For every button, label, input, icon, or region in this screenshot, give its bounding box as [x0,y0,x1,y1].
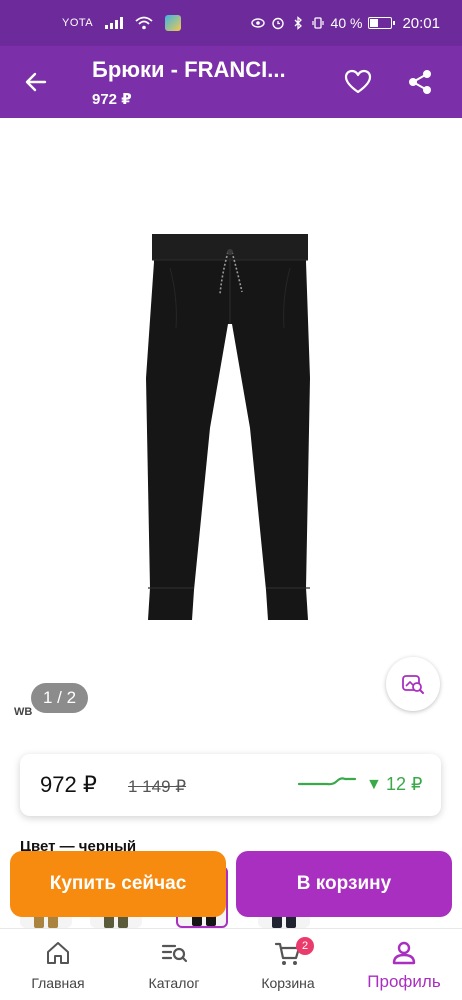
price-history-sparkline-icon [297,777,357,786]
battery-icon [368,17,396,29]
nav-item-catalog[interactable]: Каталог [116,929,232,1000]
app-header: Брюки - FRANCI... 972 ₽ [0,46,462,118]
nav-label: Каталог [148,975,200,991]
gallery-page-indicator: 1 / 2 [31,683,88,713]
favorite-button[interactable] [340,64,376,100]
price-down-arrow-icon: ▼ [366,776,382,793]
wifi-icon [135,16,153,30]
home-icon [47,942,69,964]
battery-percent: 40 % [330,15,363,31]
arrow-left-icon [25,72,47,92]
nav-item-cart[interactable]: 2 Корзина [230,929,346,1000]
battery-level [370,19,379,27]
image-search-icon [402,675,424,694]
product-image[interactable] [130,228,330,626]
search-similar-button[interactable] [386,657,440,711]
clock: 20:01 [402,14,440,32]
carrier-name: YOTA [62,17,94,29]
app-notification-icon [165,15,182,31]
nav-label: Профиль [367,972,441,991]
price-change: 12 ₽ [386,774,423,794]
page-title: Брюки - FRANCI... [92,57,286,82]
add-to-cart-button[interactable]: В корзину [236,851,452,917]
status-left: YOTA [62,15,182,31]
back-button[interactable] [18,64,54,100]
share-icon [409,70,431,94]
watermark-logo: WB [14,706,33,718]
profile-icon [392,941,416,965]
bluetooth-icon [294,16,302,30]
catalog-search-icon [161,944,188,963]
current-price: 972 ₽ [40,772,97,797]
header-price: 972 ₽ [92,91,132,108]
signal-icon [105,17,124,29]
nav-label: Главная [31,975,85,991]
status-bar: YOTA 40 % 20:01 [0,0,462,46]
old-price: 1 149 ₽ [128,777,187,796]
buy-now-button[interactable]: Купить сейчас [10,851,226,917]
cart-count-badge: 2 [296,937,314,955]
nav-item-home[interactable]: Главная [0,929,116,1000]
share-button[interactable] [402,64,438,100]
alarm-icon [271,17,284,30]
vibrate-icon [311,17,324,29]
nav-label: Корзина [261,975,315,991]
status-right: 40 % 20:01 [250,14,440,32]
price-card[interactable]: 972 ₽ 1 149 ₽ ▼ 12 ₽ [20,754,441,816]
bottom-nav: Главная Каталог 2 Корзина Профиль [0,928,462,1000]
eye-icon [250,18,265,28]
nav-item-profile[interactable]: Профиль [346,929,462,1000]
heart-outline-icon [344,69,372,94]
